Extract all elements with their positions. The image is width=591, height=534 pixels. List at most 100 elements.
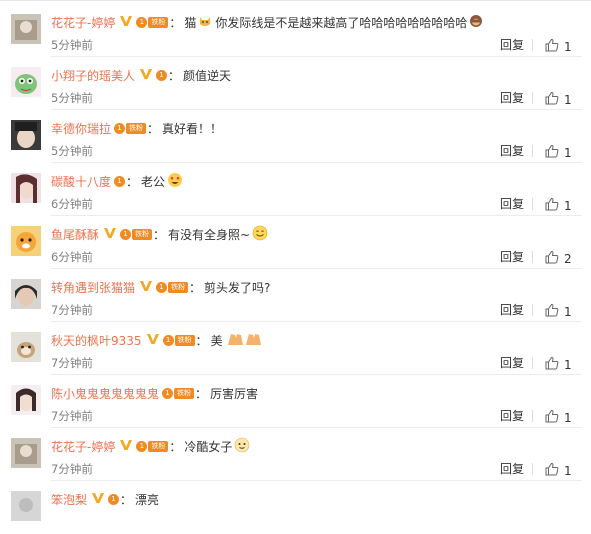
like-button[interactable]: 1 (545, 196, 572, 215)
thumbs-up-icon (545, 249, 559, 268)
reply-button[interactable]: 回复 (500, 248, 524, 265)
comment-time: 5分钟前 (51, 91, 93, 105)
username-link[interactable]: 花花子-婷婷 (51, 438, 115, 455)
like-button[interactable]: 1 (545, 90, 572, 109)
colon: ： (153, 227, 166, 242)
comment-time: 7分钟前 (51, 462, 93, 476)
comment-text: 有没有全身照~ (168, 227, 251, 242)
avatar[interactable] (11, 279, 41, 309)
fan-tag: 铁粉 (132, 228, 153, 240)
avatar[interactable] (11, 438, 41, 468)
fan-badge[interactable]: 1 铁粉 (114, 122, 147, 134)
username-link[interactable]: 转角遇到张猫猫 (51, 279, 135, 296)
fan-level: 1 (136, 440, 148, 452)
fan-badge[interactable]: 1 铁粉 (162, 387, 195, 399)
fan-level: 1 (136, 16, 148, 28)
reply-button[interactable]: 回复 (500, 407, 524, 424)
reply-button[interactable]: 回复 (500, 142, 524, 159)
comment-line: 碳酸十八度 1：老公 (51, 171, 183, 191)
comment-row: 花花子-婷婷 1 铁粉：冷酷女子 7分钟前 回复 1 (0, 428, 591, 481)
colon: ： (147, 121, 160, 136)
like-button[interactable]: 1 (545, 143, 572, 162)
comment-time: 6分钟前 (51, 250, 93, 264)
fan-level: 1 (156, 281, 168, 293)
like-count: 1 (564, 198, 572, 213)
reply-button[interactable]: 回复 (500, 301, 524, 318)
reply-button[interactable]: 回复 (500, 460, 524, 477)
action-divider (532, 145, 533, 157)
reply-button[interactable]: 回复 (500, 354, 524, 371)
action-divider (532, 410, 533, 422)
username-link[interactable]: 幸德你瑞拉 (51, 120, 111, 137)
comment-time: 5分钟前 (51, 144, 93, 158)
fan-badge[interactable]: 1 铁粉 (136, 16, 169, 28)
comment-line: 秋天的枫叶9335 1 铁粉：美 (51, 330, 263, 350)
username-link[interactable]: 笨泡梨 (51, 491, 87, 508)
like-button[interactable]: 1 (545, 408, 572, 427)
comment-line: 陈小鬼鬼鬼鬼鬼鬼鬼 1 铁粉：厉害厉害 (51, 383, 258, 403)
username-link[interactable]: 鱼尾酥酥 (51, 226, 99, 243)
username-link[interactable]: 秋天的枫叶9335 (51, 332, 142, 349)
username-link[interactable]: 花花子-婷婷 (51, 14, 115, 31)
username-link[interactable]: 陈小鬼鬼鬼鬼鬼鬼鬼 (51, 385, 159, 402)
action-divider (532, 198, 533, 210)
like-button[interactable]: 1 (545, 355, 572, 374)
avatar[interactable] (11, 67, 41, 97)
comment-row: 碳酸十八度 1：老公 6分钟前 回复 1 (0, 163, 591, 216)
fan-badge[interactable]: 1 铁粉 (156, 281, 189, 293)
clapping-hands-emoji (225, 331, 263, 350)
comment-text: 厉害厉害 (210, 386, 259, 401)
like-button[interactable]: 1 (545, 461, 572, 480)
comment-time: 7分钟前 (51, 356, 93, 370)
action-divider (532, 39, 533, 51)
fan-badge[interactable]: 1 铁粉 (162, 334, 195, 346)
like-button[interactable]: 2 (545, 249, 572, 268)
thumbs-up-icon (545, 408, 559, 427)
verified-v-icon (119, 439, 133, 454)
action-divider (532, 304, 533, 316)
avatar[interactable] (11, 226, 41, 256)
comment-row: 鱼尾酥酥 1 铁粉：有没有全身照~ 6分钟前 回复 2 (0, 216, 591, 269)
comment-line: 花花子-婷婷 1 铁粉：冷酷女子 (51, 436, 250, 456)
avatar[interactable] (11, 173, 41, 203)
action-divider (532, 357, 533, 369)
fan-badge[interactable]: 1 铁粉 (136, 440, 169, 452)
fan-tag: 铁粉 (174, 334, 195, 346)
like-count: 1 (564, 304, 572, 319)
fan-level: 1 (162, 334, 174, 346)
fan-level: 1 (156, 69, 168, 81)
comment-line: 鱼尾酥酥 1 铁粉：有没有全身照~ (51, 224, 268, 244)
verified-v-icon (146, 333, 160, 348)
fan-tag: 铁粉 (148, 440, 169, 452)
avatar[interactable] (11, 332, 41, 362)
thumbs-up-icon (545, 37, 559, 56)
avatar[interactable] (11, 385, 41, 415)
like-button[interactable]: 1 (545, 302, 572, 321)
cool-face-emoji (234, 437, 250, 456)
avatar[interactable] (11, 120, 41, 150)
colon: ： (169, 439, 182, 454)
like-button[interactable]: 1 (545, 37, 572, 56)
fan-badge[interactable]: 1 (114, 175, 126, 187)
comment-text: 漂亮 (135, 492, 160, 507)
fan-badge[interactable]: 1 (156, 69, 168, 81)
reply-button[interactable]: 回复 (500, 89, 524, 106)
username-link[interactable]: 碳酸十八度 (51, 173, 111, 190)
avatar[interactable] (11, 491, 41, 521)
comment-line: 转角遇到张猫猫 1 铁粉：剪头发了吗? (51, 277, 270, 297)
comment-line: 幸德你瑞拉 1 铁粉：真好看！！ (51, 118, 222, 138)
fan-badge[interactable]: 1 铁粉 (120, 228, 153, 240)
comment-row: 转角遇到张猫猫 1 铁粉：剪头发了吗? 7分钟前 回复 1 (0, 269, 591, 322)
colon: ： (169, 15, 182, 30)
avatar[interactable] (11, 14, 41, 44)
reply-button[interactable]: 回复 (500, 195, 524, 212)
fan-level: 1 (120, 228, 132, 240)
thumbs-up-icon (545, 302, 559, 321)
like-count: 1 (564, 357, 572, 372)
colon: ： (189, 280, 202, 295)
like-count: 1 (564, 92, 572, 107)
fan-level: 1 (162, 387, 174, 399)
reply-button[interactable]: 回复 (500, 36, 524, 53)
username-link[interactable]: 小翔子的瑶美人 (51, 67, 135, 84)
like-count: 2 (564, 251, 572, 266)
